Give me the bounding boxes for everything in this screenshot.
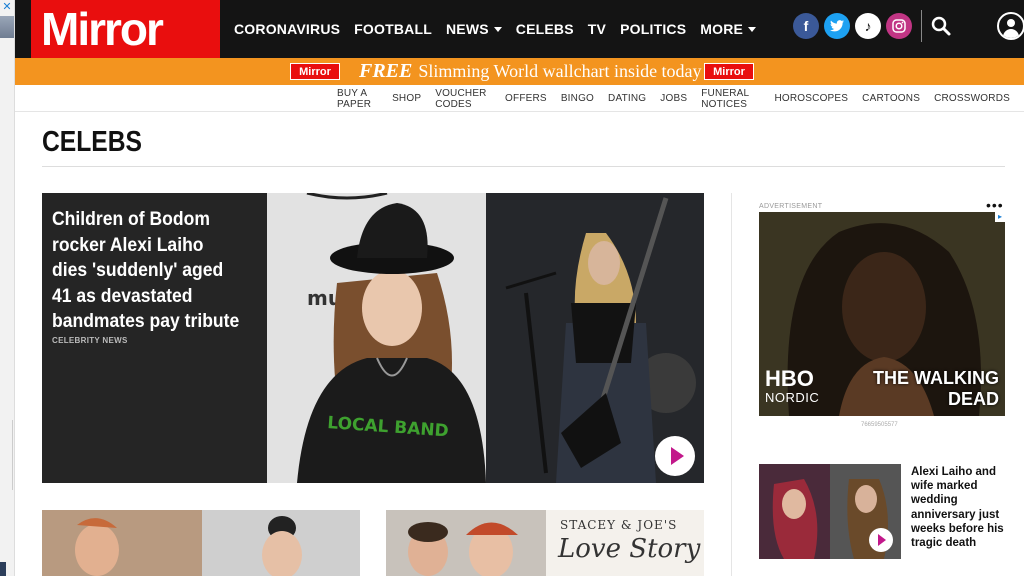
hero-headline[interactable]: Children of Bodom rocker Alexi Laiho die… xyxy=(52,207,241,335)
hero-image-portrait[interactable]: mus LOCAL BAND xyxy=(267,193,486,483)
hero-text-panel: Children of Bodom rocker Alexi Laiho die… xyxy=(42,193,267,483)
subnav-link[interactable]: SHOP xyxy=(392,93,421,104)
nav-item-label: MORE xyxy=(700,21,744,37)
divider xyxy=(42,166,1005,167)
ad-options-icon[interactable]: ••• xyxy=(986,198,1004,212)
nav-item-label: POLITICS xyxy=(620,21,687,37)
play-video-button[interactable] xyxy=(869,528,893,552)
page-title: CELEBS xyxy=(42,126,142,158)
subnav-link[interactable]: CROSSWORDS xyxy=(934,93,1010,104)
subnav-link[interactable]: JOBS xyxy=(660,93,687,104)
story-card-image[interactable] xyxy=(42,510,360,576)
subnav-link[interactable]: BINGO xyxy=(561,93,594,104)
nav-item-coronavirus[interactable]: CORONAVIRUS xyxy=(234,21,340,37)
nav-item-label: NEWS xyxy=(445,21,489,37)
adchoices-icon[interactable]: ▸ xyxy=(995,212,1005,222)
chevron-down-icon xyxy=(493,26,502,32)
subnav-link[interactable]: VOUCHER CODES xyxy=(435,88,491,110)
nav-item-politics[interactable]: POLITICS xyxy=(620,21,686,37)
subnav-link[interactable]: BUY A PAPER xyxy=(337,88,378,110)
mirror-logo[interactable]: Mirror xyxy=(31,0,220,58)
category-label[interactable]: CELEBRITY NEWS xyxy=(52,336,128,345)
advertisement[interactable]: HBO NORDIC THE WALKING DEAD xyxy=(759,212,1005,416)
ad-id: 76659505577 xyxy=(861,422,898,428)
nav-item-news[interactable]: NEWS xyxy=(446,21,502,37)
nav-item-label: TV xyxy=(587,21,607,37)
twitter-icon[interactable] xyxy=(824,13,850,39)
hero-story[interactable]: Children of Bodom rocker Alexi Laiho die… xyxy=(42,193,704,483)
story-card-image[interactable]: STACEY & JOE'S Love Story xyxy=(386,510,704,576)
subnav-link[interactable]: CARTOONS xyxy=(862,93,920,104)
search-icon[interactable] xyxy=(929,14,953,38)
main-nav: CORONAVIRUS FOOTBALL NEWS CELEBS TV POLITICS M… xyxy=(234,0,770,58)
side-story-headline[interactable]: Alexi Laiho and wife marked wedding anni… xyxy=(911,465,1011,550)
mini-logo: Mirror xyxy=(290,63,340,80)
divider xyxy=(12,420,13,490)
subnav-link[interactable]: FUNERAL NOTICES xyxy=(701,88,760,110)
play-video-button[interactable] xyxy=(655,436,695,476)
nav-item-label: CORONAVIRUS xyxy=(234,21,341,37)
logo-text: Mirror xyxy=(41,3,164,55)
nav-item-football[interactable]: FOOTBALL xyxy=(354,21,432,37)
subnav-link[interactable]: DATING xyxy=(608,93,646,104)
account-icon[interactable] xyxy=(997,12,1024,40)
subnav-link[interactable]: HOROSCOPES xyxy=(774,93,848,104)
divider xyxy=(15,111,1024,112)
love-story-sign: STACEY & JOE'S Love Story xyxy=(546,510,704,576)
advertisement-label: ADVERTISEMENT xyxy=(759,203,823,210)
mini-logo: Mirror xyxy=(704,63,754,80)
secondary-nav: BUY A PAPER SHOP VOUCHER CODES OFFERS BINGO D… xyxy=(337,85,1024,112)
promo-banner[interactable]: Mirror FREE Slimming World wallchart insi… xyxy=(15,58,1024,85)
hbo-logo: HBO NORDIC xyxy=(765,366,820,406)
chevron-down-icon xyxy=(748,26,757,32)
nav-item-label: CELEBS xyxy=(515,21,574,37)
nav-item-celebs[interactable]: CELEBS xyxy=(516,21,574,37)
tiktok-icon[interactable]: ♪ xyxy=(855,13,881,39)
left-window-edge: ✕ xyxy=(0,0,15,576)
side-tab xyxy=(0,562,6,576)
nav-item-label: FOOTBALL xyxy=(354,21,432,37)
side-thumbnail xyxy=(0,16,14,38)
facebook-icon[interactable]: f xyxy=(793,13,819,39)
close-icon[interactable]: ✕ xyxy=(1,1,13,13)
site-header: Mirror CORONAVIRUS FOOTBALL NEWS CELEBS TV PO… xyxy=(15,0,1024,58)
subnav-link[interactable]: OFFERS xyxy=(505,93,547,104)
header-divider xyxy=(921,10,922,42)
nav-item-more[interactable]: MORE xyxy=(700,21,757,37)
ad-show-title: THE WALKING DEAD xyxy=(873,368,999,409)
nav-item-tv[interactable]: TV xyxy=(588,21,606,37)
promo-text: FREE Slimming World wallchart inside toda… xyxy=(359,60,702,82)
column-divider xyxy=(731,193,732,576)
instagram-icon[interactable] xyxy=(886,13,912,39)
